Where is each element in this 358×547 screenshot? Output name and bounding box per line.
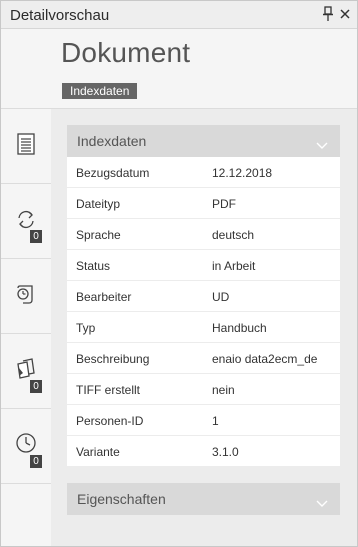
close-icon[interactable]	[338, 6, 352, 22]
table-row: Typ Handbuch	[67, 312, 340, 343]
workflow-icon	[17, 285, 33, 304]
field-value: Handbuch	[212, 321, 267, 335]
field-label: Status	[76, 259, 111, 273]
chevron-down-icon	[316, 137, 328, 155]
pin-icon[interactable]	[321, 6, 335, 22]
field-value: PDF	[212, 197, 236, 211]
field-value: in Arbeit	[212, 259, 256, 273]
detail-preview-panel: Detailvorschau Dokument Indexdaten 0 0 0…	[0, 0, 358, 547]
field-label: TIFF erstellt	[76, 383, 141, 397]
field-value: 12.12.2018	[212, 166, 273, 180]
table-row: Bearbeiter UD	[67, 281, 340, 312]
field-label: Beschreibung	[76, 352, 150, 366]
panel-title: Detailvorschau	[10, 7, 110, 24]
field-label: Sprache	[76, 228, 121, 242]
document-tag: Indexdaten	[62, 83, 138, 99]
clock-count-badge: 0	[30, 455, 42, 468]
index-data-icon	[17, 133, 35, 155]
table-row: Bezugsdatum 12.12.2018	[67, 157, 340, 188]
history-icon	[18, 210, 34, 229]
chevron-down-icon	[316, 495, 328, 513]
section-indexdaten-label: Indexdaten	[77, 133, 147, 149]
table-row: Status in Arbeit	[67, 250, 340, 281]
field-label: Personen-ID	[76, 414, 144, 428]
sidebar-item-history[interactable]: 0	[1, 184, 51, 259]
history-count-badge: 0	[30, 230, 42, 243]
field-value: enaio data2ecm_de	[212, 352, 318, 366]
field-label: Bezugsdatum	[76, 166, 150, 180]
field-value: nein	[212, 383, 235, 397]
notes-count-badge: 0	[30, 380, 42, 393]
sidebar-item-clock[interactable]: 0	[1, 409, 51, 484]
sidebar-item-workflow[interactable]	[1, 259, 51, 334]
field-value: deutsch	[212, 228, 255, 242]
field-value: 3.1.0	[212, 445, 239, 459]
panel-titlebar: Detailvorschau	[1, 1, 357, 29]
clock-icon	[16, 433, 36, 453]
table-row: Sprache deutsch	[67, 219, 340, 250]
section-eigenschaften-label: Eigenschaften	[77, 491, 166, 507]
sidebar-item-notes[interactable]: 0	[1, 334, 51, 409]
table-row: Personen-ID 1	[67, 405, 340, 436]
section-indexdaten-header[interactable]: Indexdaten	[67, 125, 340, 157]
sidebar-item-indexdata[interactable]	[1, 109, 51, 184]
table-row: Dateityp PDF	[67, 188, 340, 219]
notes-icon	[17, 358, 35, 379]
indexdaten-table: Bezugsdatum 12.12.2018 Dateityp PDF Spra…	[67, 157, 340, 467]
table-row: Beschreibung enaio data2ecm_de	[67, 343, 340, 374]
sidebar: 0 0 0	[1, 109, 51, 546]
field-value: 1	[212, 414, 219, 428]
document-header: Dokument Indexdaten	[1, 29, 357, 109]
field-value: UD	[212, 290, 230, 304]
table-row: TIFF erstellt nein	[67, 374, 340, 405]
field-label: Typ	[76, 321, 96, 335]
table-row: Variante 3.1.0	[67, 436, 340, 467]
main-content: Indexdaten Bezugsdatum 12.12.2018 Dateit…	[51, 109, 357, 546]
section-eigenschaften-header[interactable]: Eigenschaften	[67, 483, 340, 515]
field-label: Variante	[76, 445, 120, 459]
document-title: Dokument	[61, 37, 191, 68]
field-label: Bearbeiter	[76, 290, 132, 304]
field-label: Dateityp	[76, 197, 121, 211]
